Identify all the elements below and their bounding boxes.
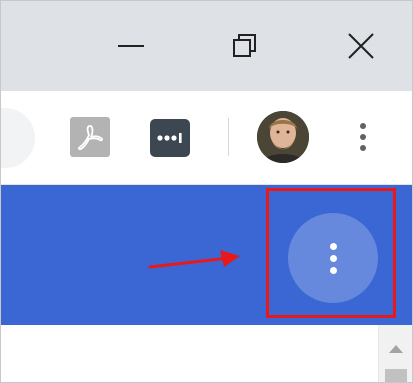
annotation-highlight-box — [266, 188, 396, 318]
more-vert-icon-dot — [360, 145, 366, 151]
more-vert-icon-dot — [360, 123, 366, 129]
scroll-up-arrow-icon — [389, 345, 403, 353]
omnibox[interactable] — [1, 108, 35, 168]
title-bar — [1, 1, 412, 91]
more-vert-icon-dot — [360, 134, 366, 140]
password-manager-icon — [157, 133, 182, 143]
restore-icon — [233, 34, 256, 57]
annotation-arrow — [148, 250, 240, 269]
vertical-scrollbar[interactable] — [378, 325, 412, 382]
restore-button[interactable] — [215, 1, 275, 91]
adobe-pdf-icon — [78, 125, 103, 151]
browser-menu-button[interactable] — [347, 115, 379, 159]
minimize-icon — [118, 45, 144, 47]
adobe-pdf-extension-button[interactable] — [70, 117, 110, 157]
scroll-up-button[interactable] — [379, 339, 412, 359]
toolbar-separator — [228, 118, 229, 156]
page-content — [1, 325, 412, 382]
browser-toolbar — [1, 91, 412, 185]
close-button[interactable] — [331, 1, 391, 91]
profile-avatar-button[interactable] — [257, 111, 309, 163]
password-manager-extension-button[interactable] — [150, 119, 190, 157]
browser-window — [0, 0, 413, 383]
scrollbar-thumb[interactable] — [385, 369, 407, 382]
avatar — [257, 111, 309, 163]
minimize-button[interactable] — [101, 1, 161, 91]
close-icon — [348, 33, 374, 59]
